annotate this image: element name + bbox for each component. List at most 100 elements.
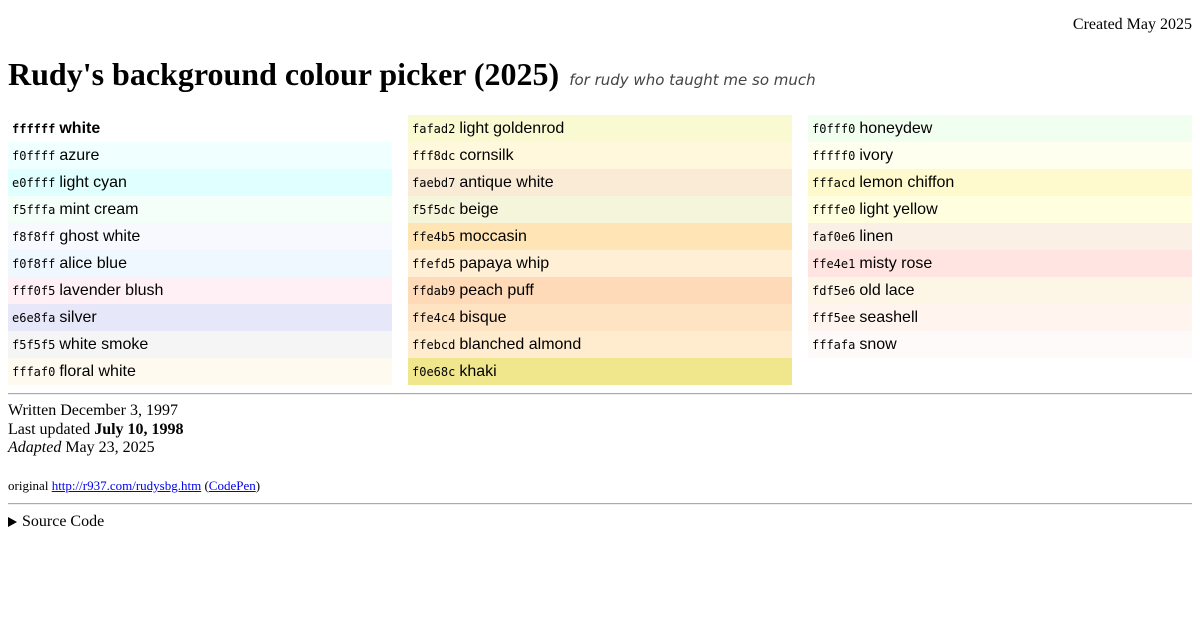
colour-swatch-antique-white[interactable]: faebd7 antique white bbox=[408, 169, 792, 196]
swatch-hex: f8f8ff bbox=[12, 229, 56, 244]
created-date: Created May 2025 bbox=[1072, 16, 1192, 33]
colour-swatch-lavender-blush[interactable]: fff0f5 lavender blush bbox=[8, 277, 392, 304]
source-code-toggle[interactable]: Source Code bbox=[8, 513, 104, 531]
updated-date: July 10, 1998 bbox=[94, 420, 184, 438]
swatch-name: moccasin bbox=[459, 227, 527, 245]
swatch-hex: fafad2 bbox=[412, 121, 456, 136]
colour-swatch-blanched-almond[interactable]: ffebcd blanched almond bbox=[408, 331, 792, 358]
swatch-hex: e0ffff bbox=[12, 175, 56, 190]
original-link[interactable]: http://r937.com/rudysbg.htm bbox=[52, 478, 202, 493]
colour-swatch-white-smoke[interactable]: f5f5f5 white smoke bbox=[8, 331, 392, 358]
swatch-name: alice blue bbox=[59, 254, 127, 272]
colour-column: fafad2 light goldenrod fff8dc cornsilk faebd… bbox=[408, 115, 792, 385]
history-info: Written December 3, 1997 Last updated Ju… bbox=[8, 402, 184, 458]
colour-swatch-light-goldenrod[interactable]: fafad2 light goldenrod bbox=[408, 115, 792, 142]
adapted-date: May 23, 2025 bbox=[65, 439, 155, 456]
swatch-name: snow bbox=[859, 335, 897, 353]
swatch-hex: ffffff bbox=[12, 121, 56, 136]
swatch-name: bisque bbox=[459, 308, 507, 326]
swatch-hex: f5fffa bbox=[12, 202, 56, 217]
swatch-name: lemon chiffon bbox=[859, 173, 955, 191]
colour-swatch-honeydew[interactable]: f0fff0 honeydew bbox=[808, 115, 1192, 142]
colour-swatch-cornsilk[interactable]: fff8dc cornsilk bbox=[408, 142, 792, 169]
colour-swatch-ghost-white[interactable]: f8f8ff ghost white bbox=[8, 223, 392, 250]
swatch-hex: f5f5f5 bbox=[12, 337, 56, 352]
swatch-name: old lace bbox=[859, 281, 915, 299]
swatch-hex: f0ffff bbox=[12, 148, 56, 163]
title-row: Rudy's background colour picker (2025) f… bbox=[8, 56, 816, 93]
colour-swatch-moccasin[interactable]: ffe4b5 moccasin bbox=[408, 223, 792, 250]
colour-swatch-azure[interactable]: f0ffff azure bbox=[8, 142, 392, 169]
swatch-hex: ffe4c4 bbox=[412, 310, 456, 325]
colour-swatch-lemon-chiffon[interactable]: fffacd lemon chiffon bbox=[808, 169, 1192, 196]
swatch-hex: ffe4b5 bbox=[412, 229, 456, 244]
colour-swatch-beige[interactable]: f5f5dc beige bbox=[408, 196, 792, 223]
colour-swatch-floral-white[interactable]: fffaf0 floral white bbox=[8, 358, 392, 385]
swatch-name: white smoke bbox=[59, 335, 149, 353]
colour-swatch-alice-blue[interactable]: f0f8ff alice blue bbox=[8, 250, 392, 277]
colour-swatch-white[interactable]: ffffff white bbox=[8, 115, 392, 142]
adapted-line: Adapted May 23, 2025 bbox=[8, 439, 184, 458]
source-code-label: Source Code bbox=[22, 513, 105, 530]
swatch-name: honeydew bbox=[859, 119, 933, 137]
swatch-name: light goldenrod bbox=[459, 119, 565, 137]
paren-close: ) bbox=[255, 478, 261, 493]
colour-swatch-old-lace[interactable]: fdf5e6 old lace bbox=[808, 277, 1192, 304]
colour-swatch-ivory[interactable]: fffff0 ivory bbox=[808, 142, 1192, 169]
swatch-name: white bbox=[59, 119, 101, 137]
colour-swatch-misty-rose[interactable]: ffe4e1 misty rose bbox=[808, 250, 1192, 277]
swatch-name: ivory bbox=[859, 146, 894, 164]
colour-swatch-mint-cream[interactable]: f5fffa mint cream bbox=[8, 196, 392, 223]
swatch-name: floral white bbox=[59, 362, 136, 380]
swatch-name: khaki bbox=[459, 362, 497, 380]
swatch-hex: fdf5e6 bbox=[812, 283, 856, 298]
swatch-name: linen bbox=[859, 227, 894, 245]
swatch-hex: ffefd5 bbox=[412, 256, 456, 271]
colour-swatch-khaki[interactable]: f0e68c khaki bbox=[408, 358, 792, 385]
original-label: original bbox=[8, 478, 49, 493]
divider-top bbox=[8, 393, 1192, 395]
swatch-hex: faebd7 bbox=[412, 175, 456, 190]
colour-swatch-linen[interactable]: faf0e6 linen bbox=[808, 223, 1192, 250]
swatch-name: lavender blush bbox=[59, 281, 164, 299]
updated-line: Last updated July 10, 1998 bbox=[8, 421, 184, 440]
original-credit: original http://r937.com/rudysbg.htm (Co… bbox=[8, 478, 260, 494]
swatch-hex: fff8dc bbox=[412, 148, 456, 163]
adapted-label: Adapted bbox=[8, 439, 62, 456]
swatch-name: silver bbox=[59, 308, 97, 326]
swatch-hex: e6e8fa bbox=[12, 310, 56, 325]
colour-swatch-seashell[interactable]: fff5ee seashell bbox=[808, 304, 1192, 331]
swatch-hex: ffebcd bbox=[412, 337, 456, 352]
swatch-name: blanched almond bbox=[459, 335, 582, 353]
colour-swatch-papaya-whip[interactable]: ffefd5 papaya whip bbox=[408, 250, 792, 277]
colour-swatch-silver[interactable]: e6e8fa silver bbox=[8, 304, 392, 331]
swatch-hex: fffacd bbox=[812, 175, 856, 190]
swatch-hex: f0f8ff bbox=[12, 256, 56, 271]
page-title: Rudy's background colour picker (2025) bbox=[8, 56, 560, 92]
swatch-name: mint cream bbox=[59, 200, 139, 218]
swatch-name: peach puff bbox=[459, 281, 534, 299]
written-date: December 3, 1997 bbox=[60, 402, 178, 419]
swatch-hex: fffaf0 bbox=[12, 364, 56, 379]
colour-swatch-snow[interactable]: fffafa snow bbox=[808, 331, 1192, 358]
swatch-hex: ffffe0 bbox=[812, 202, 856, 217]
swatch-name: seashell bbox=[859, 308, 919, 326]
colour-swatch-light-cyan[interactable]: e0ffff light cyan bbox=[8, 169, 392, 196]
swatch-hex: fff0f5 bbox=[12, 283, 56, 298]
colour-column: ffffff white f0ffff azure e0ffff light cyan f5… bbox=[8, 115, 392, 385]
page-subtitle: for rudy who taught me so much bbox=[569, 71, 816, 89]
swatch-hex: f5f5dc bbox=[412, 202, 456, 217]
swatch-hex: fffafa bbox=[812, 337, 856, 352]
swatch-name: ghost white bbox=[59, 227, 141, 245]
swatch-hex: f0fff0 bbox=[812, 121, 856, 136]
divider-bottom bbox=[8, 503, 1192, 505]
disclosure-triangle-icon bbox=[8, 517, 17, 527]
colour-grid: ffffff white f0ffff azure e0ffff light cyan f5… bbox=[8, 115, 1192, 385]
colour-swatch-bisque[interactable]: ffe4c4 bisque bbox=[408, 304, 792, 331]
written-line: Written December 3, 1997 bbox=[8, 402, 184, 421]
updated-label: Last updated bbox=[8, 420, 91, 438]
colour-swatch-peach-puff[interactable]: ffdab9 peach puff bbox=[408, 277, 792, 304]
colour-swatch-light-yellow[interactable]: ffffe0 light yellow bbox=[808, 196, 1192, 223]
codepen-link[interactable]: CodePen bbox=[209, 478, 256, 493]
written-label: Written bbox=[8, 402, 57, 419]
